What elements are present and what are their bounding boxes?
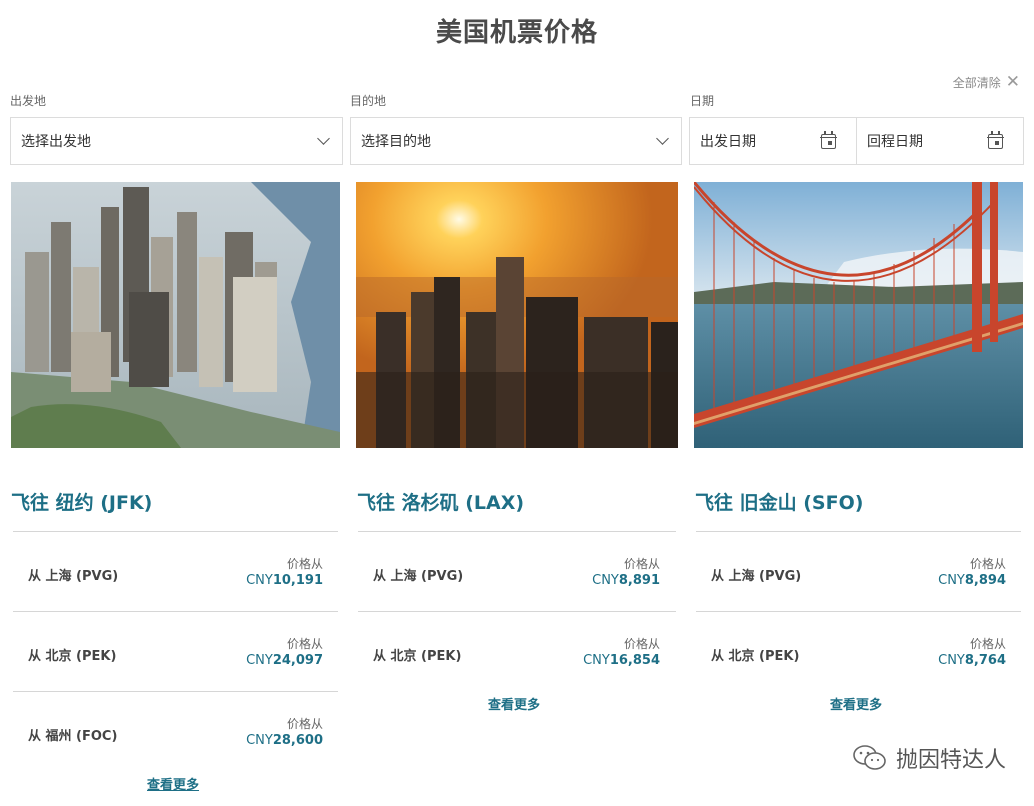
origin-select-value: 选择出发地: [21, 134, 91, 150]
origin-label: 出发地: [10, 94, 47, 108]
route-price[interactable]: CNY16,854: [583, 653, 660, 668]
depart-date-placeholder: 出发日期: [700, 134, 756, 150]
depart-date-field[interactable]: 出发日期: [689, 117, 857, 165]
amount: 28,600: [272, 733, 323, 748]
divider: [358, 611, 676, 612]
price-label: 价格从: [623, 557, 660, 571]
origin-select[interactable]: 选择出发地: [10, 117, 343, 165]
divider: [13, 531, 338, 532]
chevron-down-icon: [317, 132, 330, 145]
wechat-icon: [853, 745, 886, 770]
page-title: 美国机票价格: [435, 18, 598, 48]
price-label: 价格从: [286, 637, 323, 651]
los-angeles-photo[interactable]: [356, 182, 678, 448]
calendar-icon: [987, 130, 1004, 149]
route-origin[interactable]: 从 上海 (PVG): [28, 565, 118, 584]
see-more-link[interactable]: 查看更多: [830, 694, 882, 713]
return-date-field[interactable]: 回程日期: [856, 117, 1024, 165]
route-price[interactable]: CNY28,600: [246, 733, 323, 748]
price-label: 价格从: [286, 557, 323, 571]
divider: [13, 611, 338, 612]
destination-label: 目的地: [350, 94, 387, 108]
route-price[interactable]: CNY8,891: [592, 573, 660, 588]
see-more-link[interactable]: 查看更多: [147, 774, 199, 793]
price-label: 价格从: [969, 557, 1006, 571]
route-origin[interactable]: 从 福州 (FOC): [28, 725, 117, 744]
amount: 8,894: [964, 573, 1006, 588]
currency: CNY: [246, 653, 273, 668]
divider: [696, 611, 1021, 612]
currency: CNY: [583, 653, 610, 668]
price-label: 价格从: [969, 637, 1006, 651]
route-origin[interactable]: 从 北京 (PEK): [373, 645, 461, 664]
clear-all-button[interactable]: 全部清除 ✕: [953, 74, 1020, 91]
card-title-lax[interactable]: 飞往 洛杉矶 (LAX): [357, 488, 524, 515]
divider: [358, 531, 676, 532]
route-origin[interactable]: 从 北京 (PEK): [711, 645, 799, 664]
amount: 24,097: [272, 653, 323, 668]
route-origin[interactable]: 从 北京 (PEK): [28, 645, 116, 664]
amount: 8,891: [618, 573, 660, 588]
return-date-placeholder: 回程日期: [867, 134, 923, 150]
divider: [696, 531, 1021, 532]
route-price[interactable]: CNY24,097: [246, 653, 323, 668]
destination-select-value: 选择目的地: [361, 134, 431, 150]
currency: CNY: [938, 653, 965, 668]
currency: CNY: [246, 733, 273, 748]
card-title-sfo[interactable]: 飞往 旧金山 (SFO): [695, 488, 863, 515]
new-york-photo[interactable]: [11, 182, 340, 448]
chevron-down-icon: [656, 132, 669, 145]
price-label: 价格从: [286, 717, 323, 731]
amount: 10,191: [272, 573, 323, 588]
date-label: 日期: [690, 94, 715, 108]
route-price[interactable]: CNY8,894: [938, 573, 1006, 588]
route-price[interactable]: CNY8,764: [938, 653, 1006, 668]
clear-all-label: 全部清除: [952, 76, 1001, 90]
amount: 8,764: [964, 653, 1006, 668]
calendar-icon: [820, 130, 837, 149]
close-icon: ✕: [1005, 72, 1020, 92]
currency: CNY: [592, 573, 619, 588]
route-price[interactable]: CNY10,191: [246, 573, 323, 588]
currency: CNY: [246, 573, 273, 588]
route-origin[interactable]: 从 上海 (PVG): [373, 565, 463, 584]
price-label: 价格从: [623, 637, 660, 651]
watermark-text: 抛因特达人: [895, 748, 1006, 773]
see-more-link[interactable]: 查看更多: [488, 694, 540, 713]
destination-select[interactable]: 选择目的地: [350, 117, 682, 165]
card-title-jfk[interactable]: 飞往 纽约 (JFK): [11, 488, 152, 515]
currency: CNY: [938, 573, 965, 588]
amount: 16,854: [609, 653, 660, 668]
divider: [13, 691, 338, 692]
san-francisco-photo[interactable]: [694, 182, 1023, 448]
route-origin[interactable]: 从 上海 (PVG): [711, 565, 801, 584]
watermark: 抛因特达人: [852, 742, 1006, 774]
